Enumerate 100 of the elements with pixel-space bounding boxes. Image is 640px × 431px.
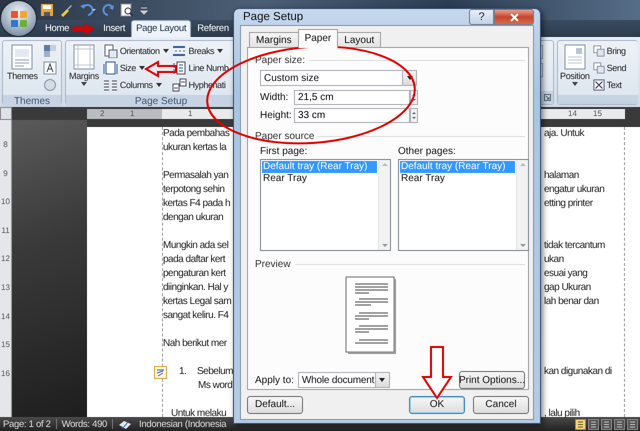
proofing-icon[interactable] <box>118 418 132 430</box>
ruler-number: 1 <box>130 109 134 119</box>
text-line: sangat keliru. F4 <box>163 309 228 323</box>
ribbon-button[interactable]: Themes <box>6 43 39 93</box>
web-layout-icon[interactable] <box>601 418 612 430</box>
text-line: gap Ukuran <box>544 281 591 295</box>
text-line: pada daftar kert <box>163 253 226 267</box>
ribbon-button[interactable]: Margins <box>68 43 100 93</box>
list-box[interactable]: Default tray (Rear Tray) Rear Tray <box>398 159 529 251</box>
print-preview-icon[interactable] <box>120 3 134 17</box>
text-line: diinginkan. Hal y <box>163 281 228 295</box>
ruler-number: 13 <box>1 282 10 294</box>
spin-button[interactable] <box>410 108 418 122</box>
text-line: Mungkin ada sel <box>163 239 228 253</box>
full-screen-icon[interactable] <box>588 418 599 430</box>
autocorrect-options-icon[interactable] <box>154 366 167 378</box>
ruler-number: 15 <box>593 109 602 119</box>
scrollbar[interactable] <box>378 160 390 250</box>
ruler-number: 10 <box>1 197 10 208</box>
tab-stop-button[interactable] <box>0 107 12 120</box>
text-line: aja. Untuk <box>544 127 584 141</box>
paper-size-dropdown[interactable]: Custom size <box>260 70 417 86</box>
undo-icon[interactable] <box>78 3 96 17</box>
brush-icon[interactable] <box>59 3 73 17</box>
scrollbar[interactable] <box>516 160 528 250</box>
ribbon-tab[interactable]: Referen <box>192 20 234 37</box>
redo-icon[interactable] <box>101 3 115 17</box>
text-line: Sebelum <box>197 365 233 379</box>
text-line: kan digunakan di <box>544 365 612 379</box>
ribbon-command[interactable]: Size <box>102 60 169 76</box>
columns-icon <box>102 78 118 92</box>
text-line: Ms word <box>198 379 232 393</box>
ruler-number: 16 <box>1 368 10 380</box>
ribbon-tab[interactable]: Page Layout <box>131 20 192 37</box>
height-field[interactable]: 33 cm <box>294 108 410 122</box>
section-label: Preview <box>255 258 291 270</box>
line-numbers-icon <box>172 61 187 75</box>
draft-icon[interactable] <box>627 418 638 430</box>
orientation-icon <box>102 44 118 58</box>
help-button[interactable]: ? <box>469 9 494 25</box>
office-button[interactable] <box>1 1 36 36</box>
tab[interactable]: Margins <box>249 32 299 48</box>
send-backward-icon <box>592 62 605 74</box>
ribbon-command[interactable]: Text <box>592 77 626 93</box>
bring-forward-icon <box>592 45 605 57</box>
dialog-button[interactable]: Cancel <box>473 396 529 414</box>
breaks-icon <box>172 44 187 58</box>
text-line: , lalu pilih <box>544 407 580 421</box>
text-line: dengan ukuran <box>163 211 224 225</box>
hyphenation-icon <box>172 78 187 92</box>
text-line: pengaturan kert <box>163 267 226 281</box>
word-count[interactable]: Words: 490 <box>62 418 108 430</box>
save-icon[interactable] <box>40 3 54 17</box>
field-label: First page: <box>260 146 308 157</box>
close-button[interactable] <box>494 9 534 25</box>
ruler-number: 14 <box>1 312 10 323</box>
ribbon-command[interactable]: Columns <box>102 77 169 93</box>
ribbon-command[interactable]: Send <box>592 60 626 76</box>
ribbon-command[interactable]: Breaks <box>172 43 228 59</box>
text-line: halaman <box>544 169 579 183</box>
caret-icon <box>572 82 578 86</box>
list-item[interactable]: Rear Tray <box>262 173 377 185</box>
ribbon-tab[interactable]: Home <box>40 20 74 37</box>
field-label: Apply to: <box>255 374 294 386</box>
dialog-button[interactable]: Default... <box>247 396 303 414</box>
text-line: etting printer <box>544 197 593 211</box>
text-line: Untuk melaku <box>171 407 226 420</box>
outline-icon[interactable] <box>614 418 625 430</box>
print-layout-icon[interactable] <box>575 418 586 430</box>
caret-icon <box>379 378 386 382</box>
ruler-number: 1 <box>188 109 192 119</box>
tab[interactable]: Paper <box>298 29 338 48</box>
ribbon-command[interactable]: Line Numb <box>172 60 228 76</box>
apply-to-dropdown[interactable]: Whole document <box>298 372 390 388</box>
arrow-annotation <box>144 60 177 78</box>
dialog-launcher-icon[interactable] <box>544 94 551 101</box>
ribbon-tab[interactable]: Insert <box>98 20 130 37</box>
fonts-icon[interactable] <box>42 61 57 75</box>
ribbon-command[interactable]: Orientation <box>102 43 169 59</box>
list-item[interactable]: Rear Tray <box>400 173 515 185</box>
position-icon <box>564 44 586 70</box>
ribbon-button[interactable]: Position <box>559 43 591 93</box>
field-label: Width: <box>260 92 290 102</box>
ruler-number: 2 <box>100 109 104 119</box>
colors-icon[interactable] <box>42 44 57 58</box>
group-label: Themes <box>3 95 61 107</box>
text-line: lah benar dan <box>544 295 599 309</box>
language-indicator[interactable]: Indonesian (Indonesia <box>139 418 226 430</box>
width-field[interactable]: 21,5 cm <box>294 90 410 104</box>
field-label: Other pages: <box>398 146 457 157</box>
tab[interactable]: Layout <box>337 32 382 48</box>
text-line: ukan <box>544 253 564 267</box>
ruler-number: 8 <box>3 140 8 151</box>
list-box[interactable]: Default tray (Rear Tray) Rear Tray <box>260 159 391 251</box>
page-icon <box>10 44 34 70</box>
ruler-number: 12 <box>1 254 10 266</box>
ribbon-command[interactable]: Bring <box>592 43 626 59</box>
text-line: kertas F4 pada h <box>163 197 230 211</box>
dialog-button[interactable]: OK <box>409 396 465 414</box>
page-count[interactable]: Page: 1 of 2 <box>3 418 51 430</box>
